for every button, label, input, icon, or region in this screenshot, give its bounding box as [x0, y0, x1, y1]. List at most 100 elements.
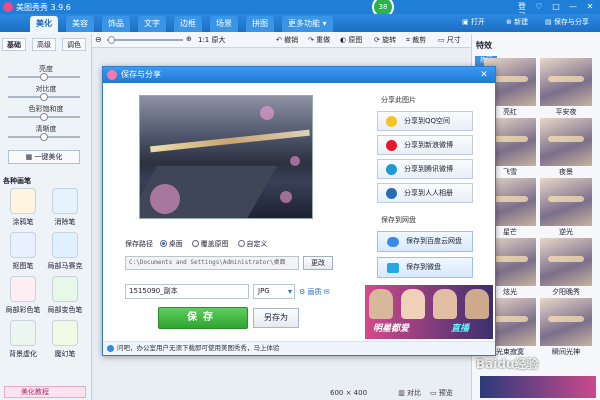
cutout-brush-icon: [10, 232, 36, 258]
bokeh-dot: [260, 106, 274, 120]
left-panel: 基础 高级 调色 亮度 对比度 色彩饱和度 清晰度 ▦ 一键美化 各种画笔 涂鸦…: [0, 34, 92, 400]
radio-overwrite[interactable]: 覆盖原图: [191, 240, 229, 248]
radio-desktop[interactable]: 桌面: [159, 240, 183, 248]
color-brush-tool[interactable]: 局部彩色笔: [4, 276, 42, 320]
image-preview: [139, 95, 313, 219]
save-button[interactable]: 保存: [158, 307, 248, 329]
tab-frame[interactable]: 边框: [174, 16, 202, 32]
save-path-field[interactable]: C:\Documents and Settings\Administrator\…: [125, 256, 299, 270]
recolor-brush-icon: [52, 276, 78, 302]
radio-custom[interactable]: 自定义: [237, 240, 268, 248]
share-qzone-button[interactable]: 分享到QQ空间: [377, 111, 473, 131]
effect-item[interactable]: 逆光: [540, 178, 592, 236]
effect-label: 逆光: [559, 228, 573, 236]
filename-input[interactable]: 1515090_副本: [125, 284, 249, 299]
save-weipan-label: 保存到微盘: [406, 263, 441, 271]
login-button[interactable]: 登录: [516, 2, 528, 21]
eraser-brush-tool[interactable]: 消除笔: [46, 188, 84, 232]
undo-button[interactable]: ↶ 撤销: [276, 35, 298, 45]
tab-more[interactable]: 更多功能 ▾: [282, 16, 333, 32]
share-tencent-weibo-button[interactable]: 分享到腾讯微博: [377, 159, 473, 179]
magic-brush-tool[interactable]: 魔幻笔: [46, 320, 84, 364]
contrast-knob[interactable]: [40, 93, 48, 101]
tab-beautify[interactable]: 美化: [30, 16, 58, 32]
baidu-cloud-icon: [387, 237, 399, 247]
mosaic-tool[interactable]: 局部马赛克: [46, 232, 84, 276]
doodle-brush-label: 涂鸦笔: [12, 218, 34, 226]
compare-button[interactable]: ▥ 对比: [398, 389, 421, 397]
tab-color[interactable]: 调色: [62, 38, 86, 51]
celebrity-live-banner[interactable]: 明星都爱 直播: [365, 285, 493, 339]
zoom-slider-knob[interactable]: [108, 36, 115, 44]
effect-item[interactable]: 夜景: [540, 118, 592, 176]
restore-icon[interactable]: □: [550, 2, 562, 12]
share-sina-weibo-button[interactable]: 分享到新浪微博: [377, 135, 473, 155]
zoom-in-icon[interactable]: ⊕: [186, 35, 192, 43]
save-share-button[interactable]: ▤ 保存与分享: [545, 17, 589, 27]
doodle-brush-tool[interactable]: 涂鸦笔: [4, 188, 42, 232]
zoom-out-icon[interactable]: ⊖: [95, 35, 102, 44]
rotate-button[interactable]: ⟳ 旋转: [374, 35, 396, 45]
window-controls: 登录 ♡ □ — ✕: [516, 2, 596, 21]
magic-brush-label: 魔幻笔: [54, 350, 76, 358]
preview-button[interactable]: ▭ 预览: [430, 389, 453, 397]
open-button[interactable]: ▣ 打开: [462, 17, 485, 27]
minimize-icon[interactable]: —: [567, 2, 579, 12]
tutorial-link[interactable]: 美化教程: [4, 386, 86, 398]
size-button[interactable]: ▭ 尺寸: [438, 35, 461, 45]
dialog-close-icon[interactable]: ✕: [477, 67, 491, 83]
effect-item[interactable]: 平安夜: [540, 58, 592, 116]
favorite-icon[interactable]: ♡: [533, 2, 545, 12]
tab-text[interactable]: 文字: [138, 16, 166, 32]
tab-advanced[interactable]: 高级: [32, 38, 56, 51]
tab-scene[interactable]: 场景: [210, 16, 238, 32]
redo-button[interactable]: ↷ 重做: [308, 35, 330, 45]
close-icon[interactable]: ✕: [584, 2, 596, 12]
eraser-brush-icon: [52, 188, 78, 214]
effect-thumbnail: [540, 58, 592, 106]
recolor-brush-tool[interactable]: 局部变色笔: [46, 276, 84, 320]
saturation-knob[interactable]: [40, 113, 48, 121]
radio-overwrite-dot: [191, 240, 199, 247]
actual-size-button[interactable]: 1:1 原大: [198, 35, 226, 45]
tab-basic[interactable]: 基础: [2, 38, 26, 51]
change-path-button[interactable]: 更改: [303, 256, 333, 270]
effect-item[interactable]: 瞬间光神: [540, 298, 592, 356]
sharpness-knob[interactable]: [40, 133, 48, 141]
brightness-knob[interactable]: [40, 73, 48, 81]
sharpness-label: 清晰度: [35, 125, 57, 133]
new-label: 新建: [514, 18, 529, 26]
one-click-beautify-button[interactable]: ▦ 一键美化: [8, 150, 80, 164]
app-logo-icon: [107, 70, 117, 80]
radio-overwrite-label: 覆盖原图: [200, 240, 229, 248]
cutout-brush-tool[interactable]: 抠图笔: [4, 232, 42, 276]
quality-label: 画质: [307, 288, 322, 296]
save-path-row: 保存路径 桌面 覆盖原图 自定义: [125, 239, 268, 249]
background-blur-tool[interactable]: 背景虚化: [4, 320, 42, 364]
banner-live: 直播: [451, 324, 470, 334]
effects-ad-banner[interactable]: [480, 376, 596, 398]
preview-lights: [150, 129, 310, 153]
crop-button[interactable]: ⌗ 裁剪: [406, 35, 426, 45]
tip-bar: 问吧，办公室用户无须下载即可使用美图秀秀，马上体验: [103, 341, 495, 355]
share-renren-button[interactable]: 分享到人人相册: [377, 183, 473, 203]
original-button[interactable]: ◐ 原图: [340, 35, 362, 45]
effect-thumbnail: [540, 118, 592, 166]
sina-weibo-icon: [386, 140, 397, 151]
new-button[interactable]: ⊕ 新建: [506, 17, 528, 27]
zoom-slider[interactable]: [107, 39, 183, 41]
tab-collage[interactable]: 拼图: [246, 16, 274, 32]
tab-accessories[interactable]: 饰品: [102, 16, 130, 32]
crop-label: 裁剪: [412, 36, 427, 44]
format-select[interactable]: JPG: [253, 284, 295, 299]
weipan-icon: [387, 263, 399, 273]
save-as-button[interactable]: 另存为: [253, 308, 299, 328]
rotate-label: 旋转: [382, 36, 397, 44]
bokeh-dot: [280, 191, 292, 203]
save-weipan-button[interactable]: 保存到微盘: [377, 257, 473, 278]
save-baidu-cloud-button[interactable]: 保存到百度云网盘: [377, 231, 473, 252]
quality-settings-link[interactable]: ⚙ 画质 ✉: [299, 287, 330, 297]
effect-item[interactable]: 夕阳晚秀: [540, 238, 592, 296]
tab-beauty[interactable]: 美容: [66, 16, 94, 32]
tip-text[interactable]: 问吧，办公室用户无须下载即可使用美图秀秀，马上体验: [117, 344, 280, 352]
